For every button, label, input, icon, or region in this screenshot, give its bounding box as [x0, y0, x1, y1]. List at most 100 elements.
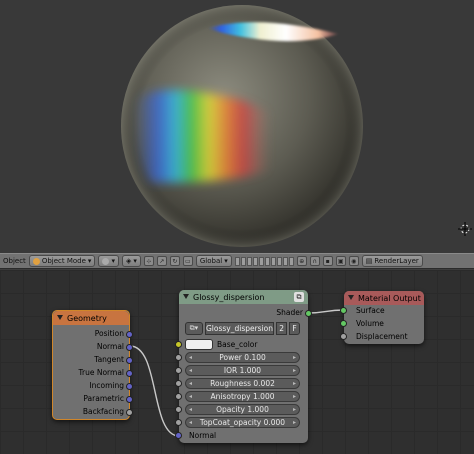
material-output-header[interactable]: Material Output [344, 291, 424, 305]
incoming-socket[interactable] [126, 383, 133, 390]
anisotropy-socket[interactable] [175, 393, 182, 400]
increment-arrow-icon[interactable]: ▸ [293, 367, 296, 374]
anisotropy-slider[interactable]: ◂ Anisotropy 1.000 ▸ [185, 391, 300, 402]
position-socket[interactable] [126, 331, 133, 338]
output-label: Incoming [89, 381, 124, 390]
dropdown-arrow-icon: ▾ [224, 257, 228, 265]
user-count[interactable]: 2 [276, 322, 288, 335]
pivot-icon: ◈ [125, 257, 132, 265]
tangent-socket[interactable] [126, 357, 133, 364]
decrement-arrow-icon[interactable]: ◂ [189, 406, 192, 413]
snap-magnet-icon[interactable]: ∩ [309, 256, 320, 266]
base-color-socket[interactable] [175, 341, 182, 348]
geometry-node-header[interactable]: Geometry [53, 311, 129, 325]
increment-arrow-icon[interactable]: ▸ [293, 406, 296, 413]
roughness-socket[interactable] [175, 380, 182, 387]
increment-arrow-icon[interactable]: ▸ [293, 393, 296, 400]
base-color-label: Base_color [217, 340, 258, 349]
group-name-field[interactable]: Glossy_dispersion [204, 322, 275, 335]
output-label: Normal [96, 342, 124, 351]
manipulator-toggle-icon[interactable]: ⊹ [143, 256, 154, 266]
viewport-header: Object Object Mode ▾ ▾ ◈ ▾ ⊹ ↗ ↻ ▭ Globa… [0, 253, 474, 269]
power-slider[interactable]: ◂ Power 0.100 ▸ [185, 352, 300, 363]
shader-output-label: Shader [276, 308, 303, 317]
collapse-arrow-icon[interactable] [348, 295, 354, 300]
mode-selector[interactable]: Object Mode ▾ [28, 255, 96, 267]
render-preview-icon[interactable]: ▣ [335, 256, 346, 266]
output-label: True Normal [78, 368, 124, 377]
output-label: Tangent [94, 355, 124, 364]
displacement-socket[interactable] [340, 333, 347, 340]
render-layer-selector[interactable]: ▤ RenderLayer [361, 255, 423, 267]
topcoat-opacity-slider[interactable]: ◂ TopCoat_opacity 0.000 ▸ [185, 417, 300, 428]
3d-cursor-icon[interactable] [458, 222, 472, 236]
ior-socket[interactable] [175, 367, 182, 374]
output-label: Parametric [83, 394, 124, 403]
node-title: Glossy_dispersion [193, 292, 265, 302]
glossy-node-header[interactable]: Glossy_dispersion ⧉ [179, 290, 308, 304]
link-shader [307, 309, 345, 314]
output-label: Position [94, 329, 124, 338]
3d-viewport[interactable] [0, 0, 474, 253]
roughness-slider[interactable]: ◂ Roughness 0.002 ▸ [185, 378, 300, 389]
snap-element-icon[interactable]: ▪ [322, 256, 333, 266]
input-label: Surface [356, 306, 385, 315]
normal-socket[interactable] [126, 344, 133, 351]
lock-layers-icon[interactable]: ⊕ [296, 256, 307, 266]
power-socket[interactable] [175, 354, 182, 361]
volume-socket[interactable] [340, 320, 347, 327]
collapse-arrow-icon[interactable] [57, 315, 63, 320]
node-title: Geometry [67, 313, 107, 323]
dropdown-arrow-icon: ▾ [111, 257, 115, 265]
decrement-arrow-icon[interactable]: ◂ [189, 393, 192, 400]
node-title: Material Output [358, 293, 421, 303]
link-normal [129, 345, 180, 437]
camera-icon[interactable]: ◉ [348, 256, 359, 266]
object-menu[interactable]: Object [3, 257, 26, 265]
glossy-dispersion-node[interactable]: Glossy_dispersion ⧉ Shader ⧉▾ Glossy_dis… [175, 290, 312, 443]
sphere-render [121, 5, 363, 247]
pivot-selector[interactable]: ◈ ▾ [121, 255, 141, 267]
opacity-socket[interactable] [175, 406, 182, 413]
base-color-swatch[interactable] [185, 339, 213, 350]
output-label: Backfacing [82, 407, 124, 416]
group-browse-icon[interactable]: ⧉▾ [185, 322, 203, 335]
decrement-arrow-icon[interactable]: ◂ [189, 367, 192, 374]
normal-input-socket[interactable] [175, 432, 182, 439]
orientation-selector[interactable]: Global ▾ [195, 255, 232, 267]
true-normal-socket[interactable] [126, 370, 133, 377]
input-label: Displacement [356, 332, 408, 341]
backfacing-socket[interactable] [126, 409, 133, 416]
dropdown-arrow-icon: ▾ [87, 257, 92, 265]
decrement-arrow-icon[interactable]: ◂ [189, 354, 192, 361]
rotate-manipulator-icon[interactable]: ↻ [169, 256, 180, 266]
material-output-node[interactable]: Material Output Surface Volume Displacem… [340, 291, 424, 344]
render-layer-icon: ▤ [365, 257, 373, 265]
node-editor[interactable]: Geometry Position Normal Tangent True No… [0, 270, 474, 454]
topcoat-opacity-socket[interactable] [175, 419, 182, 426]
opacity-slider[interactable]: ◂ Opacity 1.000 ▸ [185, 404, 300, 415]
shader-output-socket[interactable] [305, 310, 312, 317]
increment-arrow-icon[interactable]: ▸ [293, 380, 296, 387]
parametric-socket[interactable] [126, 396, 133, 403]
decrement-arrow-icon[interactable]: ◂ [189, 380, 192, 387]
scale-manipulator-icon[interactable]: ▭ [182, 256, 193, 266]
translate-manipulator-icon[interactable]: ↗ [156, 256, 167, 266]
shading-sphere-icon [102, 257, 110, 265]
shading-selector[interactable]: ▾ [98, 255, 119, 267]
object-mode-icon [32, 257, 40, 265]
input-label: Volume [356, 319, 384, 328]
geometry-node[interactable]: Geometry Position Normal Tangent True No… [52, 310, 133, 420]
group-datablock[interactable]: ⧉▾ Glossy_dispersion 2 F [185, 322, 300, 335]
node-group-icon[interactable]: ⧉ [294, 292, 304, 302]
increment-arrow-icon[interactable]: ▸ [293, 354, 296, 361]
dropdown-arrow-icon: ▾ [133, 257, 137, 265]
increment-arrow-icon[interactable]: ▸ [293, 419, 296, 426]
decrement-arrow-icon[interactable]: ◂ [189, 419, 192, 426]
normal-input-label: Normal [189, 431, 217, 440]
layer-buttons[interactable] [234, 256, 294, 266]
ior-slider[interactable]: ◂ IOR 1.000 ▸ [185, 365, 300, 376]
collapse-arrow-icon[interactable] [183, 294, 189, 299]
fake-user-button[interactable]: F [289, 322, 300, 335]
surface-socket[interactable] [340, 307, 347, 314]
